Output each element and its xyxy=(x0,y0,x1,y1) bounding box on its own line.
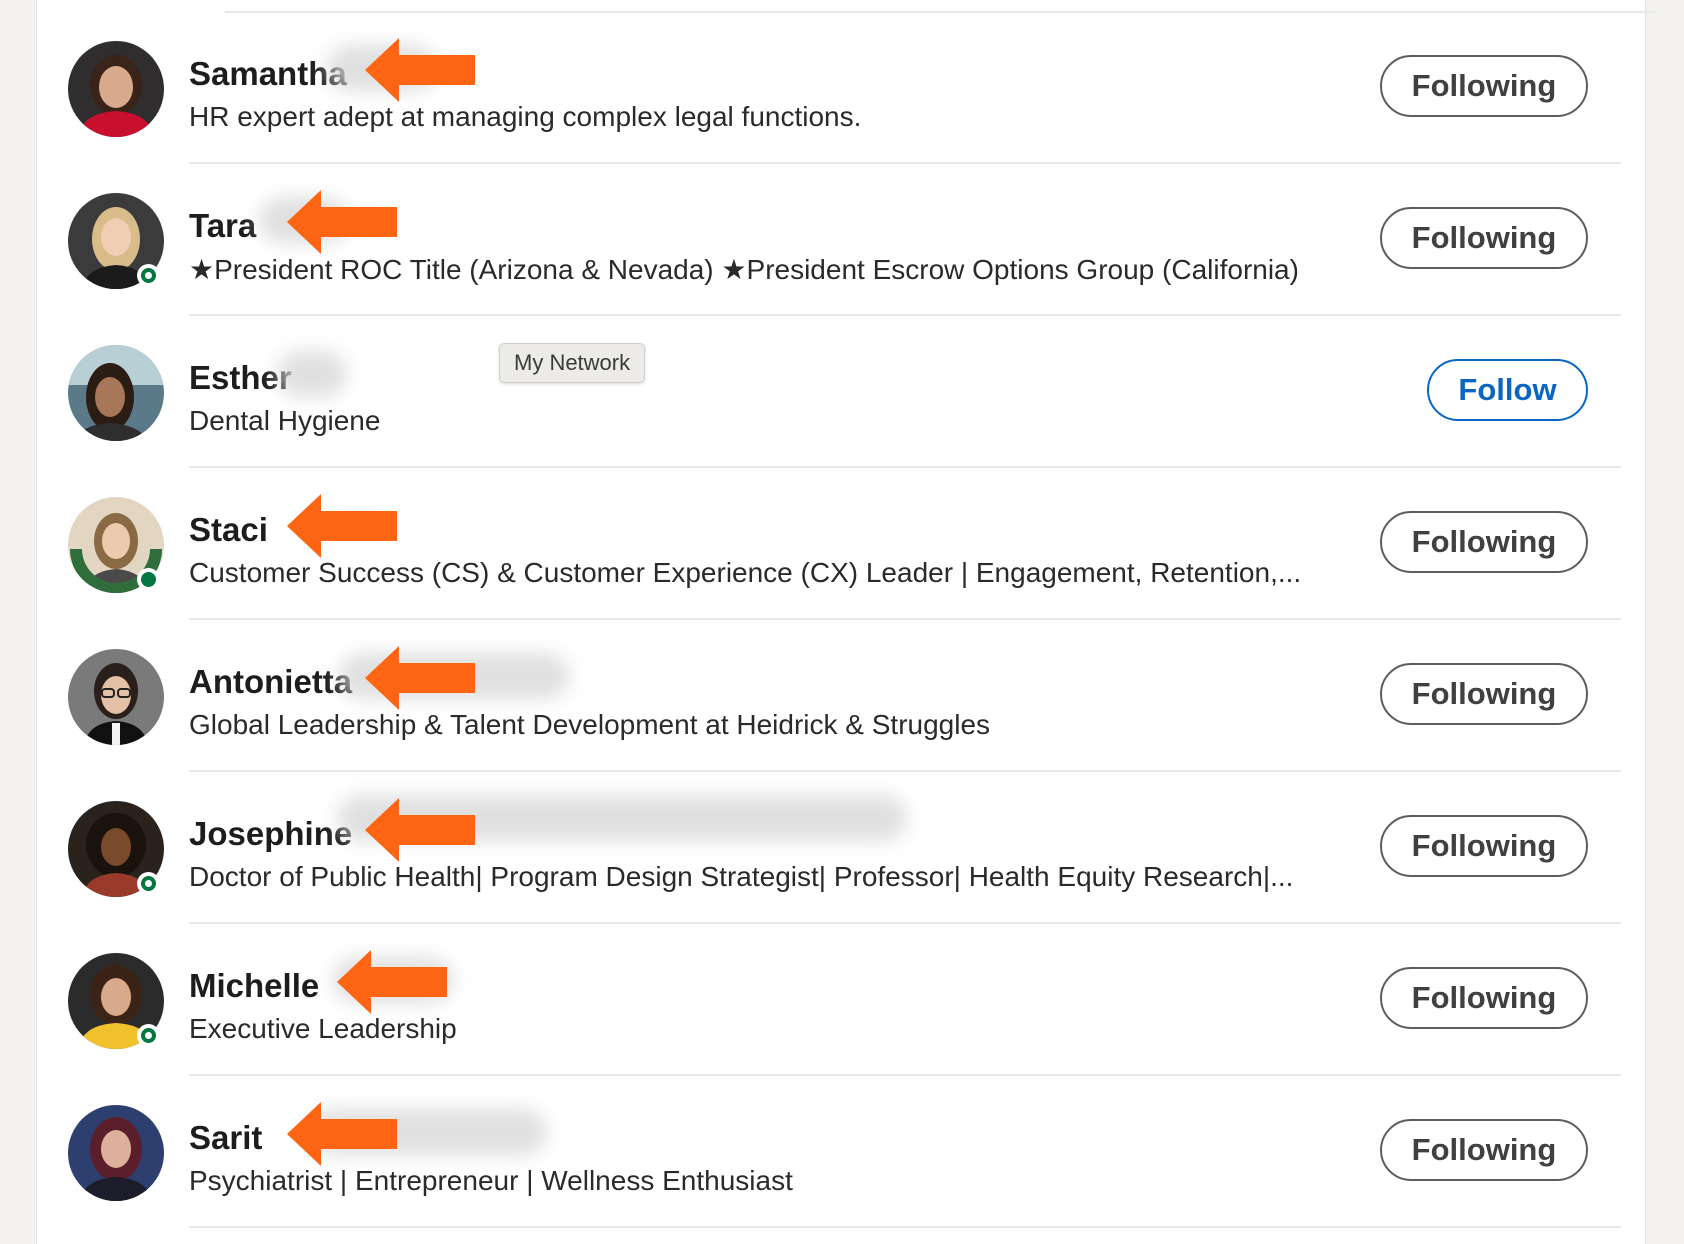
person-headline: HR expert adept at managing complex lega… xyxy=(189,101,862,132)
list-item: Michelle Executive Leadership Following xyxy=(37,923,1645,1076)
redacted-blur xyxy=(277,351,347,397)
person-name[interactable]: Josephine xyxy=(189,815,352,853)
arrow-left-icon xyxy=(287,1102,397,1166)
person-headline: ★President ROC Title (Arizona & Nevada) … xyxy=(189,254,1299,285)
person-headline: Dental Hygiene xyxy=(189,405,381,436)
arrow-left-icon xyxy=(337,950,447,1014)
list-item: Esther Dental Hygiene Follow xyxy=(37,315,1645,468)
avatar[interactable] xyxy=(68,1105,164,1201)
online-status-icon xyxy=(137,568,160,591)
list-item: Staci Customer Success (CS) & Customer E… xyxy=(37,467,1645,620)
avatar[interactable] xyxy=(68,953,164,1049)
person-headline: Global Leadership & Talent Development a… xyxy=(189,709,991,740)
person-name[interactable]: Antonietta xyxy=(189,663,352,701)
follow-button[interactable]: Follow xyxy=(1427,359,1588,421)
list-item: Sarit Psychiatrist | Entrepreneur | Well… xyxy=(37,1075,1645,1228)
divider xyxy=(189,1226,1621,1228)
arrow-left-icon xyxy=(365,798,475,862)
avatar[interactable] xyxy=(68,193,164,289)
following-button[interactable]: Following xyxy=(1380,967,1588,1029)
avatar[interactable] xyxy=(68,649,164,745)
following-button[interactable]: Following xyxy=(1380,663,1588,725)
following-button[interactable]: Following xyxy=(1380,511,1588,573)
online-status-icon xyxy=(137,264,160,287)
person-headline: Psychiatrist | Entrepreneur | Wellness E… xyxy=(189,1165,793,1196)
person-name[interactable]: Michelle xyxy=(189,967,319,1005)
following-button[interactable]: Following xyxy=(1380,207,1588,269)
person-name[interactable]: Samantha xyxy=(189,55,347,93)
online-status-icon xyxy=(137,1024,160,1047)
list-item: Antonietta Global Leadership & Talent De… xyxy=(37,619,1645,772)
person-name[interactable]: Sarit xyxy=(189,1119,262,1157)
arrow-left-icon xyxy=(365,646,475,710)
avatar[interactable] xyxy=(68,345,164,441)
list-item: Samantha HR expert adept at managing com… xyxy=(37,11,1645,164)
list-item: Josephine Doctor of Public Health| Progr… xyxy=(37,771,1645,924)
avatar[interactable] xyxy=(68,497,164,593)
my-network-tooltip: My Network xyxy=(499,343,646,383)
avatar-photo xyxy=(68,649,164,745)
person-headline: Customer Success (CS) & Customer Experie… xyxy=(189,557,1302,588)
person-headline: Executive Leadership xyxy=(189,1013,457,1044)
following-button[interactable]: Following xyxy=(1380,1119,1588,1181)
avatar-photo xyxy=(68,1105,164,1201)
online-status-icon xyxy=(137,872,160,895)
list-item: Tara ★President ROC Title (Arizona & Nev… xyxy=(37,163,1645,316)
person-headline: Doctor of Public Health| Program Design … xyxy=(189,861,1294,892)
avatar-photo xyxy=(68,41,164,137)
following-button[interactable]: Following xyxy=(1380,55,1588,117)
avatar[interactable] xyxy=(68,801,164,897)
person-name[interactable]: Tara xyxy=(189,207,256,245)
avatar[interactable] xyxy=(68,41,164,137)
arrow-left-icon xyxy=(365,38,475,102)
avatar-photo xyxy=(68,345,164,441)
person-name[interactable]: Staci xyxy=(189,511,268,549)
person-name[interactable]: Esther xyxy=(189,359,292,397)
connections-list: Samantha HR expert adept at managing com… xyxy=(36,0,1657,1244)
following-button[interactable]: Following xyxy=(1380,815,1588,877)
arrow-left-icon xyxy=(287,494,397,558)
arrow-left-icon xyxy=(287,190,397,254)
